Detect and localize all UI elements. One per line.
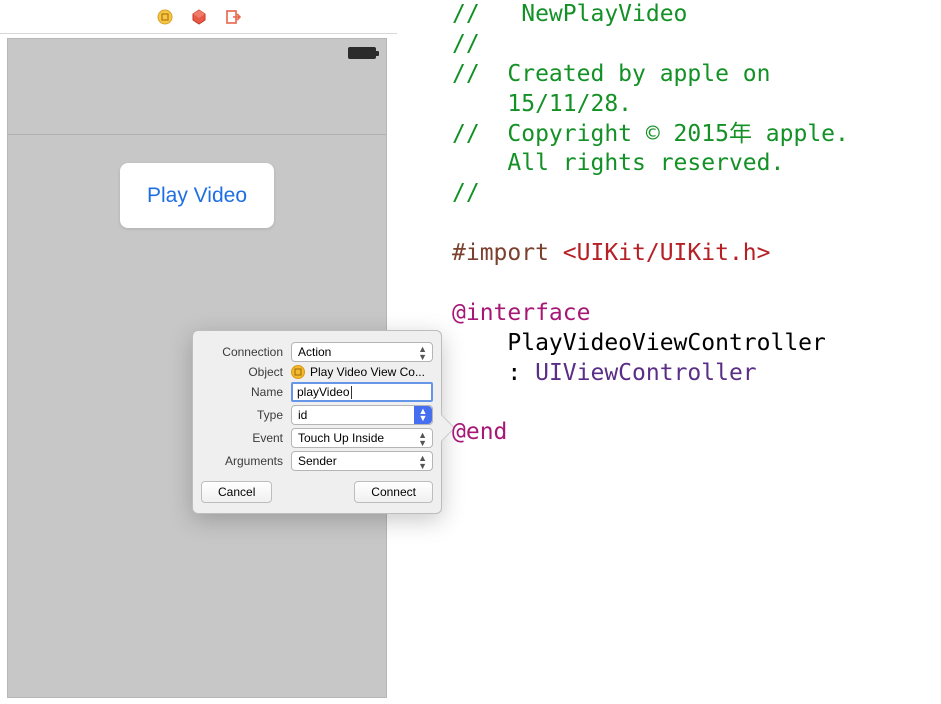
arguments-select[interactable]: Sender ▲▼ <box>291 451 433 471</box>
text-cursor <box>351 386 352 399</box>
code-line: : <box>452 360 535 386</box>
view-controller-badge-icon <box>291 365 305 379</box>
object-label: Object <box>201 365 291 379</box>
code-line: // <box>452 180 480 206</box>
connection-select[interactable]: Action ▲▼ <box>291 342 433 362</box>
battery-icon <box>348 47 376 59</box>
name-value: playVideo <box>297 385 350 399</box>
connect-label: Connect <box>371 485 416 499</box>
cancel-button[interactable]: Cancel <box>201 481 272 503</box>
code-line: @end <box>452 419 507 445</box>
type-value: id <box>298 408 307 422</box>
type-label: Type <box>201 408 291 422</box>
code-line: PlayVideoViewController <box>452 330 826 356</box>
updown-icon: ▲▼ <box>418 454 427 470</box>
cancel-label: Cancel <box>218 485 255 499</box>
ib-toolbar <box>0 0 397 34</box>
view-controller-icon[interactable] <box>157 9 173 25</box>
arguments-value: Sender <box>298 454 337 468</box>
connection-value: Action <box>298 345 331 359</box>
updown-icon: ▲▼ <box>418 431 427 447</box>
code-line: #import <box>452 240 563 266</box>
nav-bar-area <box>8 67 386 135</box>
connect-button[interactable]: Connect <box>354 481 433 503</box>
object-value: Play Video View Co... <box>310 365 425 379</box>
updown-icon: ▲▼ <box>414 406 432 424</box>
name-label: Name <box>201 385 291 399</box>
event-value: Touch Up Inside <box>298 431 384 445</box>
play-video-button[interactable]: Play Video <box>120 163 274 228</box>
arguments-label: Arguments <box>201 454 291 468</box>
connection-label: Connection <box>201 345 291 359</box>
code-editor[interactable]: // NewPlayVideo // // Created by apple o… <box>452 0 941 704</box>
connection-popover: Connection Action ▲▼ Object Play Video V… <box>192 330 442 514</box>
code-line: // NewPlayVideo <box>452 1 687 27</box>
code-line: @interface <box>452 300 590 326</box>
event-label: Event <box>201 431 291 445</box>
code-line: UIViewController <box>535 360 757 386</box>
code-line: <UIKit/UIKit.h> <box>563 240 771 266</box>
code-line: // Created by apple on <box>452 61 771 87</box>
type-select[interactable]: id ▲▼ <box>291 405 433 425</box>
exit-icon[interactable] <box>225 9 241 25</box>
code-line: All rights reserved. <box>452 150 784 176</box>
code-line: 15/11/28. <box>452 91 632 117</box>
status-bar <box>8 39 386 67</box>
name-input[interactable]: playVideo <box>291 382 433 402</box>
first-responder-icon[interactable] <box>191 9 207 25</box>
code-line: // Copyright © 2015年 apple. <box>452 121 849 147</box>
code-line: // <box>452 31 480 57</box>
play-video-button-label: Play Video <box>147 184 247 208</box>
updown-icon: ▲▼ <box>418 345 427 361</box>
event-select[interactable]: Touch Up Inside ▲▼ <box>291 428 433 448</box>
